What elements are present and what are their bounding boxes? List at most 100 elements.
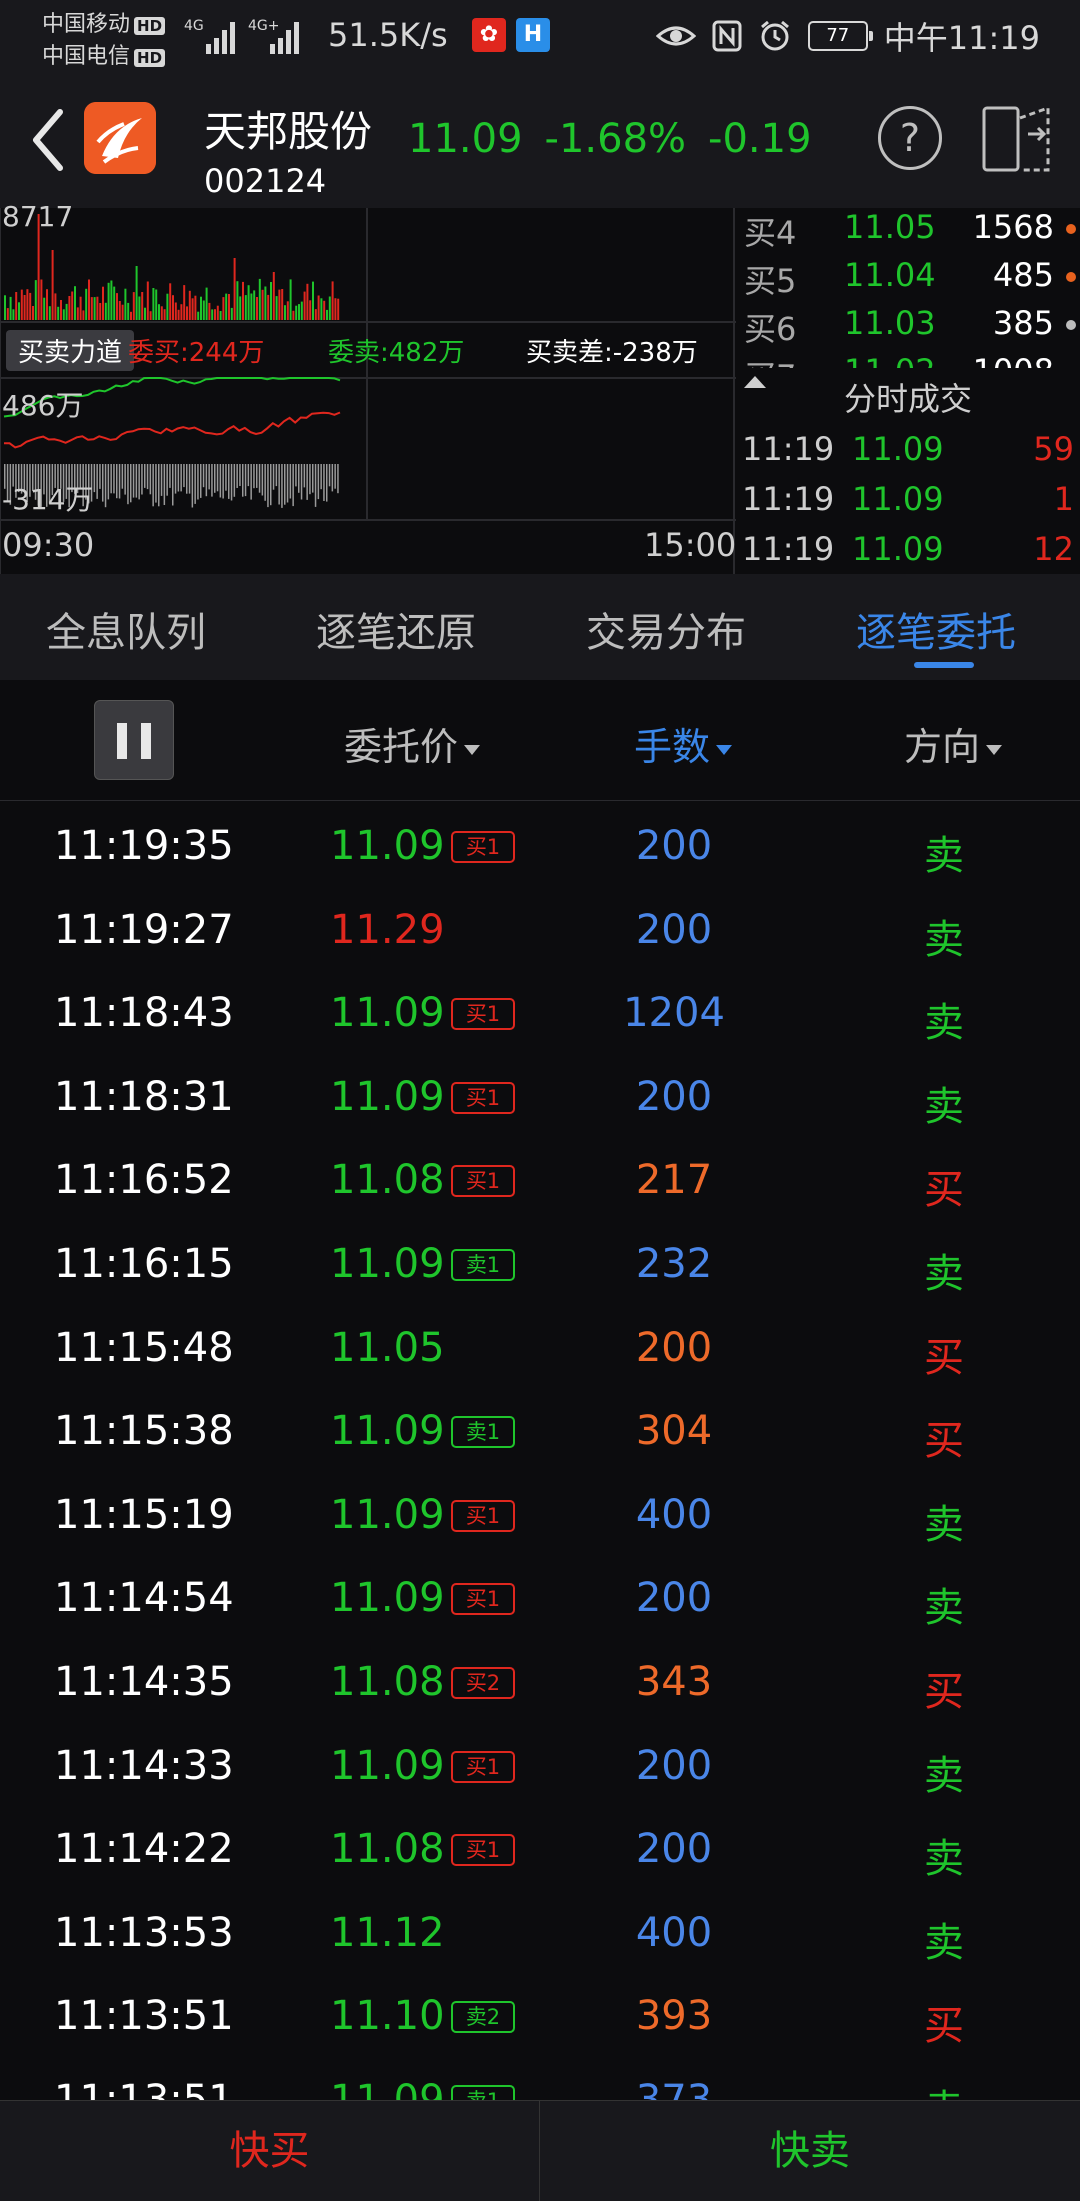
volume-bar xyxy=(116,293,118,320)
time-start-label: 09:30 xyxy=(2,526,95,564)
tab-tick-restore[interactable]: 逐笔还原 xyxy=(316,600,476,658)
order-price: 11.05 xyxy=(330,1324,445,1371)
order-price: 11.09 xyxy=(330,1241,445,1287)
volume-bar xyxy=(253,290,256,320)
volume-bar xyxy=(146,281,149,320)
volume-bar xyxy=(62,309,65,320)
volume-bar xyxy=(317,295,320,320)
force-bar xyxy=(197,464,199,500)
force-buy: 委买:244万 xyxy=(128,338,265,368)
help-icon[interactable]: ? xyxy=(878,106,942,170)
order-price: 11.10 xyxy=(330,1993,445,2040)
order-direction: 卖 xyxy=(924,1501,964,1548)
force-diff: 买卖差:-238万 xyxy=(526,338,698,368)
order-time: 11:13:51 xyxy=(54,1993,234,2040)
force-bar xyxy=(205,464,208,497)
order-dot xyxy=(1066,272,1076,282)
force-bar xyxy=(135,464,138,498)
volume-bar xyxy=(12,309,15,320)
table-header: 委托价 手数 方向 xyxy=(0,680,1080,801)
order-direction: 卖 xyxy=(924,916,964,963)
sort-price[interactable]: 委托价 xyxy=(344,716,481,771)
tab-bar: 全息队列 逐笔还原 交易分布 逐笔委托 xyxy=(0,574,1080,681)
force-bar xyxy=(264,464,266,501)
order-book-row: 买4 11.05 1568 xyxy=(736,208,1080,256)
order-direction: 卖 xyxy=(924,1083,964,1130)
order-list: 11:19:35 11.09 买1 200 卖 11:19:27 11.29 200 卖 11:1… xyxy=(0,800,1080,2100)
trades-title[interactable]: 分时成交 xyxy=(736,374,1080,420)
table-row: 11:13:53 11.12 400 卖 xyxy=(54,1909,964,1966)
force-bar xyxy=(275,464,278,487)
volume-bar xyxy=(158,304,160,320)
force-bar xyxy=(186,464,188,494)
force-bar xyxy=(194,464,196,504)
order-time: 11:14:35 xyxy=(54,1659,234,1705)
volume-bar xyxy=(295,305,298,320)
volume-bar xyxy=(309,300,312,320)
volume-bar xyxy=(138,296,141,320)
volume-bar xyxy=(26,289,29,320)
table-row: 11:19:35 11.09 买1 200 卖 xyxy=(54,823,964,879)
volume-bar xyxy=(48,306,51,320)
quick-buy-button[interactable]: 快买 xyxy=(0,2101,540,2201)
force-bar xyxy=(331,464,334,492)
tab-full-queue[interactable]: 全息队列 xyxy=(46,600,206,658)
force-bar xyxy=(121,464,124,489)
volume-bar xyxy=(166,293,169,320)
force-bar xyxy=(334,464,336,489)
caret-down-icon xyxy=(986,744,1003,755)
volume-bar xyxy=(326,309,328,320)
volume-bar xyxy=(132,292,135,320)
volume-bar xyxy=(270,282,272,320)
volume-bar xyxy=(211,309,214,320)
volume-bar xyxy=(99,303,102,320)
force-bar xyxy=(138,464,140,500)
order-book-row: 买5 11.04 485 xyxy=(736,256,1080,304)
order-direction: 卖 xyxy=(924,1752,964,1799)
force-bar xyxy=(144,464,146,488)
quick-sell-button[interactable]: 快卖 xyxy=(540,2101,1080,2201)
tab-tick-orders[interactable]: 逐笔委托 xyxy=(856,600,1016,658)
split-screen-icon[interactable] xyxy=(980,104,1052,174)
order-book-row: 买711.021008 xyxy=(736,352,1080,368)
order-level-badge: 买1 xyxy=(451,831,515,863)
force-bar xyxy=(228,464,230,499)
table-row: 11:14:54 11.09 买1 200 卖 xyxy=(54,1575,964,1632)
force-bar xyxy=(113,464,115,494)
stock-code: 002124 xyxy=(204,162,327,200)
force-bar xyxy=(166,464,168,496)
force-bar xyxy=(146,464,149,490)
volume-bar xyxy=(286,301,289,320)
nfc-icon xyxy=(712,20,742,52)
pause-button[interactable] xyxy=(94,700,174,780)
table-row: 11:14:35 11.08 买2 343 买 xyxy=(54,1659,964,1715)
volume-bar xyxy=(188,290,191,320)
volume-bar xyxy=(312,281,314,320)
volume-bar xyxy=(68,296,71,320)
volume-bar xyxy=(121,304,124,320)
sort-quantity[interactable]: 手数 xyxy=(634,716,733,771)
order-direction: 买 xyxy=(924,1334,964,1381)
order-book-row: 买6 11.03 385 xyxy=(736,304,1080,352)
force-bar xyxy=(172,464,174,506)
volume-bar xyxy=(261,289,264,320)
table-row: 11:13:5111.09卖1373卖 xyxy=(0,2057,1080,2100)
sort-direction[interactable]: 方向 xyxy=(904,716,1003,771)
force-bar xyxy=(267,464,269,508)
force-bar xyxy=(250,464,252,500)
force-bar xyxy=(107,464,110,500)
volume-bar xyxy=(194,295,197,320)
caret-down-icon xyxy=(464,744,481,755)
volume-bar xyxy=(82,310,85,320)
tab-trade-distribution[interactable]: 交易分布 xyxy=(586,600,746,658)
force-bar xyxy=(225,464,227,491)
force-tag[interactable]: 买卖力道 xyxy=(6,330,135,371)
volume-bar xyxy=(160,306,163,320)
back-arrow-icon[interactable] xyxy=(24,102,74,178)
order-direction: 买 xyxy=(924,1669,964,1715)
table-row: 11:15:19 11.09 买1 400 卖 xyxy=(54,1491,964,1548)
force-bar xyxy=(314,464,317,507)
force-bar xyxy=(180,464,182,492)
force-bar xyxy=(132,464,135,498)
order-price: 11.08 xyxy=(330,1157,445,1204)
